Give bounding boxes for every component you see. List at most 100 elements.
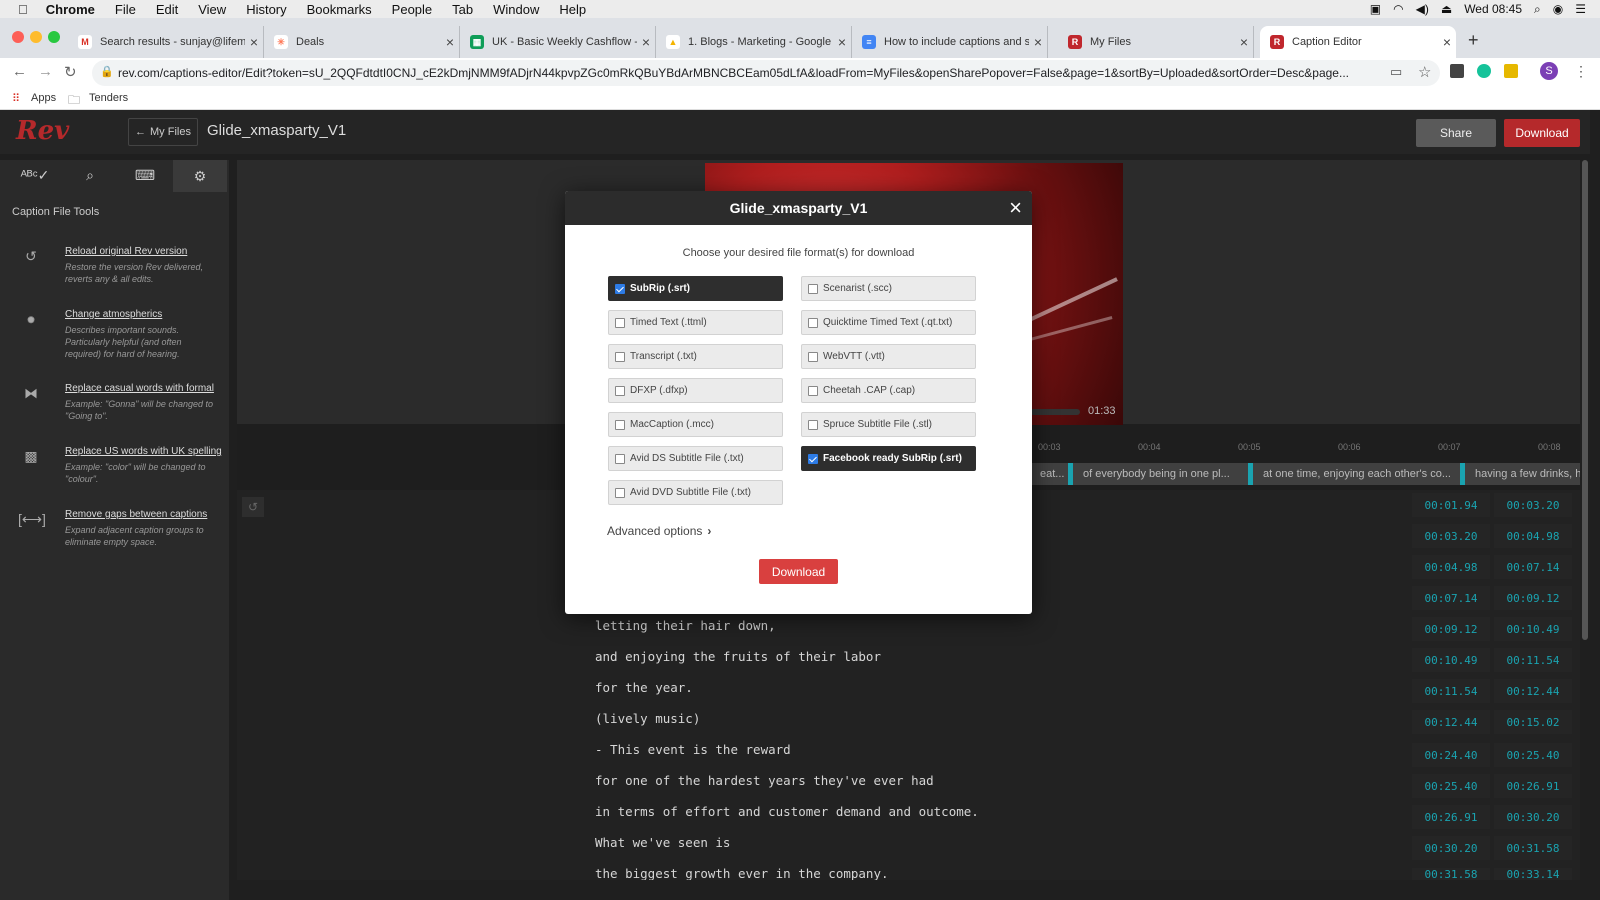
format-option-transcript[interactable]: Transcript (.txt)	[608, 344, 783, 369]
menu-file[interactable]: File	[115, 2, 136, 17]
profile-avatar[interactable]: S	[1540, 62, 1558, 80]
format-option-scc[interactable]: Scenarist (.scc)	[801, 276, 976, 301]
video-progress-bar[interactable]	[1030, 409, 1080, 415]
end-time[interactable]: 00:30.20	[1494, 805, 1572, 829]
window-minimize-icon[interactable]	[30, 31, 42, 43]
spotlight-search-icon[interactable]: ⌕	[1534, 2, 1541, 17]
checkbox[interactable]	[808, 283, 818, 294]
keyboard-tab[interactable]: ⌨	[118, 160, 172, 190]
format-option-qt-txt[interactable]: Quicktime Timed Text (.qt.txt)	[801, 310, 976, 335]
header-download-button[interactable]: Download	[1504, 119, 1580, 147]
start-time[interactable]: 00:30.20	[1412, 836, 1490, 860]
format-option-cap[interactable]: Cheetah .CAP (.cap)	[801, 378, 976, 403]
start-time[interactable]: 00:04.98	[1412, 555, 1490, 579]
checkbox-checked[interactable]	[808, 453, 818, 464]
format-option-ttml[interactable]: Timed Text (.ttml)	[608, 310, 783, 335]
bookmark-tenders[interactable]: Tenders	[89, 92, 128, 104]
kebab-menu-icon[interactable]: ⋮	[1574, 63, 1588, 80]
cast-icon[interactable]: ▭	[1390, 64, 1402, 80]
tab-blogs[interactable]: ▲ 1. Blogs - Marketing - Google D ×	[656, 26, 852, 58]
back-arrow-icon[interactable]: ←	[12, 63, 27, 80]
caption-text[interactable]: for the year.	[595, 680, 693, 695]
menu-app-name[interactable]: Chrome	[46, 2, 95, 17]
caption-text[interactable]: in terms of effort and customer demand a…	[595, 804, 979, 819]
close-tab-icon[interactable]: ×	[1438, 34, 1456, 50]
tool-title[interactable]: Remove gaps between captions	[65, 509, 207, 520]
tool-title[interactable]: Change atmospherics	[65, 309, 162, 320]
timeline-segment[interactable]: having a few drinks, ha	[1460, 463, 1580, 485]
url-bar[interactable]: 🔒 rev.com/captions-editor/Edit?token=sU_…	[92, 60, 1440, 86]
extension-badge-icon[interactable]	[1504, 64, 1518, 78]
tool-reload-original[interactable]: ↺ Reload original Rev version Restore th…	[0, 246, 229, 296]
checkbox[interactable]	[615, 487, 625, 498]
checkbox[interactable]	[615, 453, 625, 464]
tool-remove-gaps[interactable]: [⟷] Remove gaps between captions Expand …	[0, 509, 229, 553]
checkbox[interactable]	[615, 385, 625, 396]
checkbox[interactable]	[615, 419, 625, 430]
scrollbar-thumb[interactable]	[1582, 160, 1588, 640]
close-tab-icon[interactable]: ×	[1235, 34, 1253, 50]
menu-edit[interactable]: Edit	[156, 2, 178, 17]
close-icon[interactable]: ×	[1009, 195, 1022, 221]
menu-view[interactable]: View	[198, 2, 226, 17]
close-tab-icon[interactable]: ×	[441, 34, 459, 50]
apple-icon[interactable]: 	[18, 2, 28, 17]
caption-text[interactable]: and enjoying the fruits of their labor	[595, 649, 881, 664]
download-button[interactable]: Download	[759, 559, 838, 584]
rev-logo[interactable]: Rev	[16, 116, 69, 146]
menu-bookmarks[interactable]: Bookmarks	[307, 2, 372, 17]
start-time[interactable]: 00:03.20	[1412, 524, 1490, 548]
back-to-my-files-button[interactable]: ← My Files	[128, 118, 198, 146]
end-time[interactable]: 00:10.49	[1494, 617, 1572, 641]
close-tab-icon[interactable]: ×	[833, 34, 851, 50]
caption-text[interactable]: the biggest growth ever in the company.	[595, 866, 889, 880]
tab-how-to-captions[interactable]: ≡ How to include captions and su ×	[852, 26, 1048, 58]
clock[interactable]: Wed 08:45	[1464, 2, 1522, 16]
format-option-srt[interactable]: SubRip (.srt)	[608, 276, 783, 301]
siri-icon[interactable]: ◉	[1553, 2, 1563, 16]
end-time[interactable]: 00:33.14	[1494, 868, 1572, 880]
window-zoom-icon[interactable]	[48, 31, 60, 43]
format-option-vtt[interactable]: WebVTT (.vtt)	[801, 344, 976, 369]
extension-icon[interactable]	[1450, 64, 1464, 78]
start-time[interactable]: 00:26.91	[1412, 805, 1490, 829]
bookmark-star-icon[interactable]: ☆	[1418, 63, 1431, 81]
checkbox-checked[interactable]	[615, 283, 625, 294]
apps-grid-icon[interactable]: ⠿	[12, 92, 20, 105]
end-time[interactable]: 00:11.54	[1494, 648, 1572, 672]
volume-icon[interactable]: ◀)	[1416, 2, 1429, 16]
start-time[interactable]: 00:24.40	[1412, 743, 1490, 767]
tab-my-files[interactable]: R My Files ×	[1058, 26, 1254, 58]
format-option-facebook-srt[interactable]: Facebook ready SubRip (.srt)	[801, 446, 976, 471]
end-time[interactable]: 00:03.20	[1494, 493, 1572, 517]
end-time[interactable]: 00:25.40	[1494, 743, 1572, 767]
forward-arrow-icon[interactable]: →	[38, 63, 53, 80]
spellcheck-tab[interactable]: ᴬᴮᶜ✓	[8, 160, 62, 190]
start-time[interactable]: 00:09.12	[1412, 617, 1490, 641]
end-time[interactable]: 00:09.12	[1494, 586, 1572, 610]
reload-icon[interactable]: ↻	[64, 63, 77, 81]
menu-list-icon[interactable]: ☰	[1575, 2, 1586, 16]
end-time[interactable]: 00:31.58	[1494, 836, 1572, 860]
close-tab-icon[interactable]: ×	[245, 34, 263, 50]
tab-caption-editor[interactable]: R Caption Editor ×	[1260, 26, 1456, 58]
format-option-mcc[interactable]: MacCaption (.mcc)	[608, 412, 783, 437]
end-time[interactable]: 00:04.98	[1494, 524, 1572, 548]
end-time[interactable]: 00:26.91	[1494, 774, 1572, 798]
close-tab-icon[interactable]: ×	[637, 34, 655, 50]
new-tab-icon[interactable]: +	[1468, 30, 1479, 51]
checkbox[interactable]	[808, 351, 818, 362]
timeline-segment[interactable]: at one time, enjoying each other's co...	[1248, 463, 1460, 485]
grammarly-icon[interactable]	[1477, 64, 1491, 78]
checkbox[interactable]	[808, 385, 818, 396]
menu-tab[interactable]: Tab	[452, 2, 473, 17]
format-option-avid-ds[interactable]: Avid DS Subtitle File (.txt)	[608, 446, 783, 471]
settings-tab[interactable]: ⚙	[173, 160, 227, 192]
checkbox[interactable]	[808, 419, 818, 430]
caption-text[interactable]: letting their hair down,	[595, 618, 776, 633]
tool-change-atmospherics[interactable]: ✺ Change atmospherics Describes importan…	[0, 309, 229, 369]
menu-window[interactable]: Window	[493, 2, 539, 17]
tool-replace-us-uk[interactable]: ▩ Replace US words with UK spelling Exam…	[0, 446, 229, 490]
end-time[interactable]: 00:07.14	[1494, 555, 1572, 579]
end-time[interactable]: 00:15.02	[1494, 710, 1572, 734]
